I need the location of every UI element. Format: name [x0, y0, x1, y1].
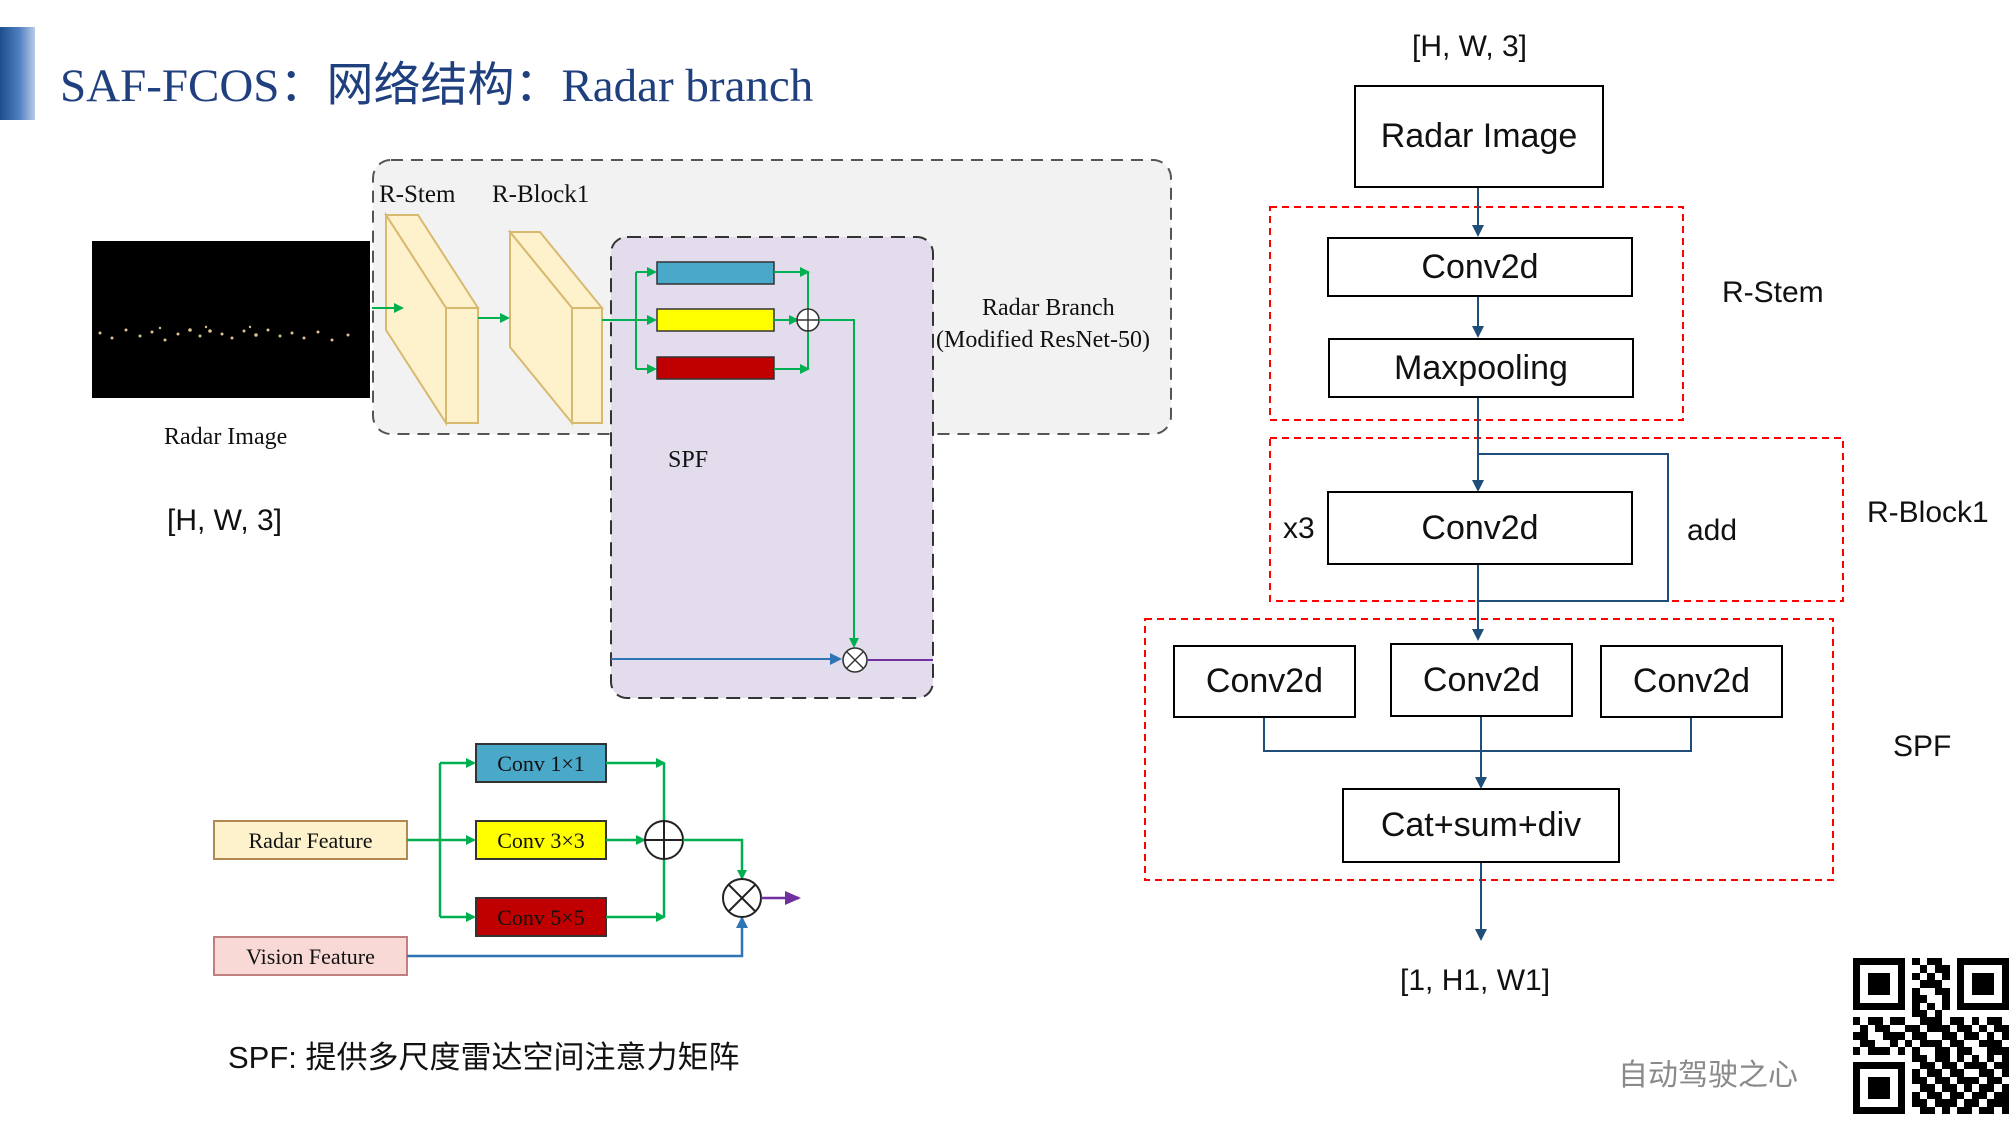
- watermark-text: 自动驾驶之心: [1618, 1059, 1798, 1092]
- cat-sum-div-node: Cat+sum+div: [1342, 788, 1620, 863]
- stem-conv2d-node: Conv2d: [1327, 237, 1633, 297]
- spf-conv2d-c-node: Conv2d: [1600, 645, 1783, 718]
- right-input-shape: [H, W, 3]: [1412, 30, 1528, 63]
- spf-region-label: SPF: [1893, 730, 1952, 763]
- radar-branch-subtitle: (Modified ResNet-50): [936, 327, 1150, 353]
- r-block1-label: R-Block1: [492, 181, 590, 208]
- radar-image-thumbnail: [92, 241, 370, 398]
- conv-1x1-label: Conv 1×1: [497, 751, 585, 776]
- qr-code-icon: [1853, 958, 2009, 1114]
- block-conv2d-node: Conv2d: [1327, 491, 1633, 565]
- radar-feature-label: Radar Feature: [248, 828, 373, 853]
- radar-image-label: Radar Image: [164, 424, 288, 450]
- spf-conv2d-b-node: Conv2d: [1390, 643, 1573, 717]
- radar-image-node: Radar Image: [1354, 85, 1604, 188]
- spf-label: SPF: [668, 447, 709, 473]
- vision-feature-label: Vision Feature: [246, 944, 375, 969]
- spf-container: [610, 236, 934, 699]
- r-stem-region-label: R-Stem: [1722, 276, 1824, 309]
- spf-conv-5x5-bar: [656, 356, 775, 380]
- radar-branch-label: Radar Branch: [982, 295, 1115, 321]
- spf-detail-module: [213, 743, 801, 976]
- repeat-label: x3: [1283, 512, 1315, 545]
- spf-conv-1x1-bar: [656, 261, 775, 285]
- spf-caption: SPF: 提供多尺度雷达空间注意力矩阵: [228, 1040, 740, 1075]
- output-shape: [1, H1, W1]: [1400, 964, 1551, 997]
- add-label: add: [1687, 514, 1738, 547]
- spf-conv2d-a-node: Conv2d: [1173, 645, 1356, 718]
- spf-conv-3x3-bar: [656, 308, 775, 332]
- r-stem-label: R-Stem: [379, 181, 456, 208]
- conv-3x3-label: Conv 3×3: [497, 828, 585, 853]
- maxpooling-node: Maxpooling: [1328, 338, 1634, 398]
- left-input-shape: [H, W, 3]: [167, 504, 283, 537]
- r-block1-region-label: R-Block1: [1867, 496, 1989, 529]
- conv-5x5-label: Conv 5×5: [497, 905, 585, 930]
